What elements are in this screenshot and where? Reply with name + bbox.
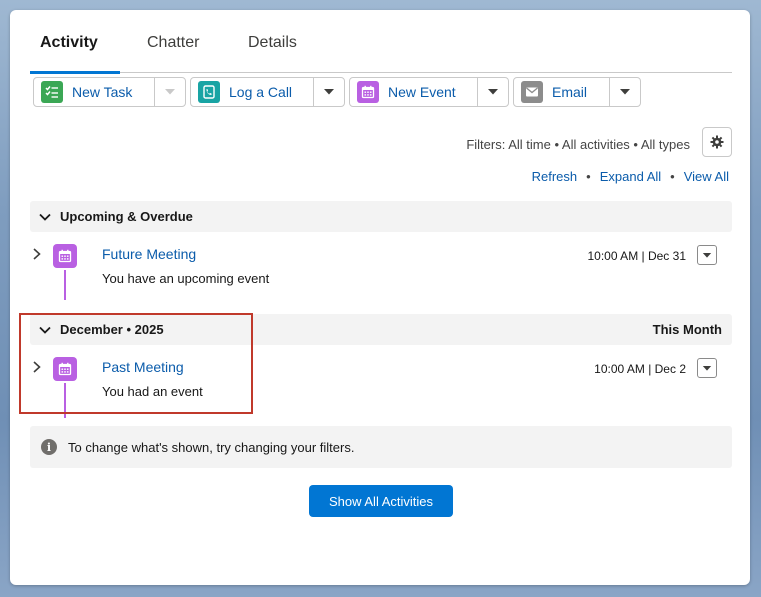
activity-subtitle: You have an upcoming event — [102, 271, 270, 286]
activity-menu-button[interactable] — [697, 245, 717, 265]
email-icon — [521, 81, 543, 103]
info-text: To change what's shown, try changing you… — [68, 439, 355, 455]
new-event-label: New Event — [388, 84, 456, 100]
tab-details[interactable]: Details — [248, 34, 297, 52]
email-dropdown[interactable] — [610, 78, 640, 106]
timeline-line — [64, 270, 66, 300]
calendar-icon — [357, 81, 379, 103]
email-button[interactable]: Email — [514, 78, 611, 106]
event-icon — [53, 244, 77, 268]
task-icon — [41, 81, 63, 103]
tab-chatter[interactable]: Chatter — [147, 34, 199, 52]
section-upcoming-overdue[interactable]: Upcoming & Overdue — [30, 201, 732, 232]
show-all-activities-button[interactable]: Show All Activities — [309, 485, 453, 517]
activity-datetime: 10:00 AM | Dec 2 — [594, 362, 686, 376]
filter-info-banner: i To change what's shown, try changing y… — [30, 426, 732, 468]
tab-details-label: Details — [248, 34, 297, 51]
chevron-down-icon — [39, 213, 51, 221]
activity-item: Future Meeting You have an upcoming even… — [30, 232, 732, 302]
new-event-button-group: New Event — [349, 77, 509, 107]
refresh-link[interactable]: Refresh — [532, 169, 578, 184]
info-icon: i — [41, 439, 57, 455]
log-call-label: Log a Call — [229, 84, 293, 100]
tab-chatter-label: Chatter — [147, 34, 200, 51]
separator-dot: • — [670, 169, 675, 184]
new-event-button[interactable]: New Event — [350, 78, 479, 106]
activity-title-link[interactable]: Future Meeting — [102, 246, 196, 262]
log-call-button-group: Log a Call — [190, 77, 345, 107]
expand-all-link[interactable]: Expand All — [600, 169, 661, 184]
tab-activity-label: Activity — [40, 34, 98, 51]
filter-settings-button[interactable] — [702, 127, 732, 157]
log-call-button[interactable]: Log a Call — [191, 78, 315, 106]
activity-links: Refresh • Expand All • View All — [532, 169, 729, 184]
tab-activity[interactable]: Activity — [40, 34, 98, 52]
filters-summary: Filters: All time • All activities • All… — [466, 137, 690, 152]
phone-icon — [198, 81, 220, 103]
section-label: Upcoming & Overdue — [60, 209, 193, 224]
chevron-down-icon — [702, 252, 712, 258]
gear-icon — [710, 135, 724, 149]
activity-menu-button[interactable] — [697, 358, 717, 378]
chevron-down-icon — [324, 89, 335, 95]
chevron-right-icon[interactable] — [30, 247, 44, 261]
highlight-box — [19, 313, 253, 414]
separator-dot: • — [586, 169, 591, 184]
new-event-dropdown[interactable] — [478, 78, 508, 106]
activity-datetime: 10:00 AM | Dec 31 — [587, 249, 686, 263]
new-task-button-group: New Task — [33, 77, 186, 107]
activity-card: Activity Chatter Details New Task Log a … — [10, 10, 750, 585]
chevron-down-icon — [488, 89, 499, 95]
chevron-down-icon — [620, 89, 631, 95]
log-call-dropdown[interactable] — [314, 78, 344, 106]
new-task-label: New Task — [72, 84, 133, 100]
new-task-dropdown[interactable] — [155, 78, 185, 106]
chevron-down-icon — [702, 365, 712, 371]
new-task-button[interactable]: New Task — [34, 78, 156, 106]
active-tab-indicator — [30, 71, 120, 74]
section-right-label: This Month — [652, 322, 722, 337]
email-label: Email — [552, 84, 588, 100]
chevron-down-icon — [165, 89, 176, 95]
view-all-link[interactable]: View All — [684, 169, 729, 184]
tab-bar: Activity Chatter Details — [30, 22, 732, 74]
email-button-group: Email — [513, 77, 641, 107]
